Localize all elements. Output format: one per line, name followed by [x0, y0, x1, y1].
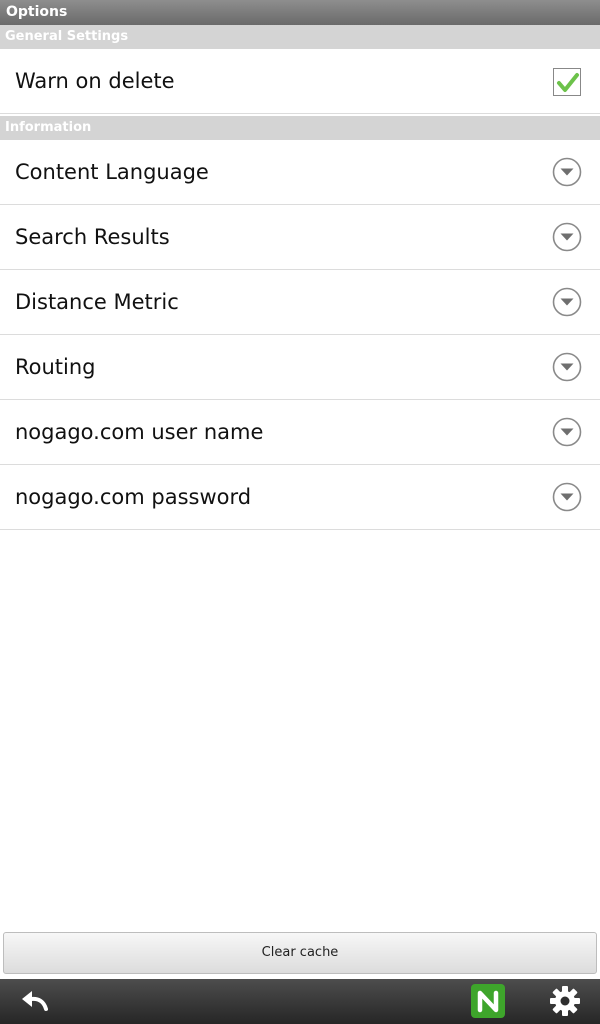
chevron-down-circle-icon[interactable] — [552, 352, 582, 382]
back-arrow-icon[interactable] — [19, 987, 51, 1015]
bottom-navigation-bar — [0, 979, 600, 1024]
list-item-label: nogago.com user name — [15, 420, 264, 444]
chevron-down-circle-icon[interactable] — [552, 287, 582, 317]
warn-on-delete-label: Warn on delete — [15, 69, 175, 93]
list-item-label: Distance Metric — [15, 290, 179, 314]
list-item-user-name[interactable]: nogago.com user name — [0, 400, 600, 465]
list-item-search-results[interactable]: Search Results — [0, 205, 600, 270]
list-item-password[interactable]: nogago.com password — [0, 465, 600, 530]
checkmark-icon — [557, 73, 579, 92]
section-header-general-settings: General Settings — [0, 25, 600, 49]
warn-on-delete-checkbox[interactable] — [553, 68, 581, 96]
list-item-label: Routing — [15, 355, 96, 379]
window-title: Options — [0, 0, 600, 25]
list-item-content-language[interactable]: Content Language — [0, 140, 600, 205]
list-item-label: nogago.com password — [15, 485, 252, 509]
chevron-down-circle-icon[interactable] — [552, 157, 582, 187]
clear-cache-button[interactable]: Clear cache — [3, 932, 597, 974]
chevron-down-circle-icon[interactable] — [552, 222, 582, 252]
warn-on-delete-row[interactable]: Warn on delete — [0, 49, 600, 114]
nogago-app-icon[interactable] — [471, 984, 505, 1018]
chevron-down-circle-icon[interactable] — [552, 417, 582, 447]
chevron-down-circle-icon[interactable] — [552, 482, 582, 512]
list-item-label: Content Language — [15, 160, 209, 184]
list-item-distance-metric[interactable]: Distance Metric — [0, 270, 600, 335]
gear-icon[interactable] — [548, 984, 582, 1018]
list-item-label: Search Results — [15, 225, 170, 249]
n-logo-icon — [477, 990, 499, 1013]
list-item-routing[interactable]: Routing — [0, 335, 600, 400]
section-header-information: Information — [0, 116, 600, 140]
